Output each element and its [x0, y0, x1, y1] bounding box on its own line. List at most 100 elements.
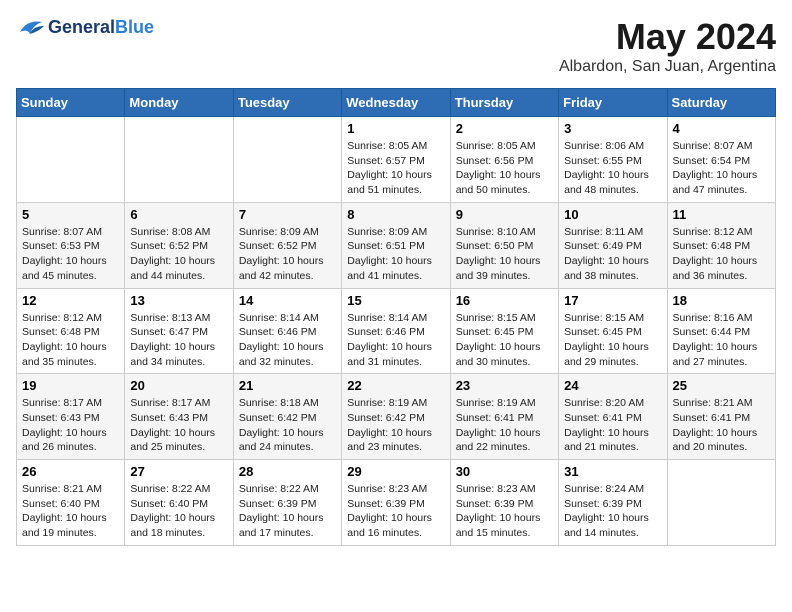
day-info: Sunrise: 8:11 AMSunset: 6:49 PMDaylight:…	[564, 225, 661, 284]
weekday-header-tuesday: Tuesday	[233, 89, 341, 117]
day-number: 10	[564, 207, 661, 222]
day-number: 14	[239, 293, 336, 308]
day-number: 25	[673, 378, 770, 393]
week-row-3: 12 Sunrise: 8:12 AMSunset: 6:48 PMDayligh…	[17, 288, 776, 374]
day-number: 27	[130, 464, 227, 479]
calendar-cell: 3Sunrise: 8:06 AMSunset: 6:55 PMDaylight…	[559, 117, 667, 203]
weekday-header-saturday: Saturday	[667, 89, 775, 117]
calendar-cell: 15 Sunrise: 8:14 AMSunset: 6:46 PMDayligh…	[342, 288, 450, 374]
calendar-cell: 12 Sunrise: 8:12 AMSunset: 6:48 PMDayligh…	[17, 288, 125, 374]
day-number: 15	[347, 293, 444, 308]
weekday-header-sunday: Sunday	[17, 89, 125, 117]
day-number: 11	[673, 207, 770, 222]
calendar-cell: 23 Sunrise: 8:19 AMSunset: 6:41 PMDayligh…	[450, 374, 558, 460]
day-info: Sunrise: 8:20 AMSunset: 6:41 PMDaylight:…	[564, 396, 661, 455]
day-info: Sunrise: 8:16 AMSunset: 6:44 PMDaylight:…	[673, 311, 770, 370]
day-info: Sunrise: 8:23 AMSunset: 6:39 PMDaylight:…	[456, 482, 553, 541]
calendar-cell: 26Sunrise: 8:21 AMSunset: 6:40 PMDayligh…	[17, 460, 125, 546]
day-number: 7	[239, 207, 336, 222]
day-number: 23	[456, 378, 553, 393]
day-number: 9	[456, 207, 553, 222]
day-info: Sunrise: 8:13 AMSunset: 6:47 PMDaylight:…	[130, 311, 227, 370]
week-row-5: 26Sunrise: 8:21 AMSunset: 6:40 PMDayligh…	[17, 460, 776, 546]
day-info: Sunrise: 8:12 AMSunset: 6:48 PMDaylight:…	[22, 311, 119, 370]
calendar-cell: 25 Sunrise: 8:21 AMSunset: 6:41 PMDayligh…	[667, 374, 775, 460]
day-number: 21	[239, 378, 336, 393]
day-number: 31	[564, 464, 661, 479]
calendar-cell: 21 Sunrise: 8:18 AMSunset: 6:42 PMDayligh…	[233, 374, 341, 460]
day-info: Sunrise: 8:09 AMSunset: 6:52 PMDaylight:…	[239, 225, 336, 284]
weekday-header-monday: Monday	[125, 89, 233, 117]
weekday-header-thursday: Thursday	[450, 89, 558, 117]
day-number: 19	[22, 378, 119, 393]
weekday-header-row: SundayMondayTuesdayWednesdayThursdayFrid…	[17, 89, 776, 117]
day-info: Sunrise: 8:24 AMSunset: 6:39 PMDaylight:…	[564, 482, 661, 541]
calendar-cell: 19Sunrise: 8:17 AMSunset: 6:43 PMDayligh…	[17, 374, 125, 460]
calendar-cell: 9 Sunrise: 8:10 AMSunset: 6:50 PMDaylight…	[450, 202, 558, 288]
logo-text: GeneralBlue	[48, 18, 154, 38]
day-info: Sunrise: 8:10 AMSunset: 6:50 PMDaylight:…	[456, 225, 553, 284]
day-number: 24	[564, 378, 661, 393]
day-info: Sunrise: 8:19 AMSunset: 6:42 PMDaylight:…	[347, 396, 444, 455]
logo: GeneralBlue	[16, 16, 154, 40]
weekday-header-friday: Friday	[559, 89, 667, 117]
calendar-cell	[125, 117, 233, 203]
day-info: Sunrise: 8:14 AMSunset: 6:46 PMDaylight:…	[347, 311, 444, 370]
calendar-cell: 10 Sunrise: 8:11 AMSunset: 6:49 PMDayligh…	[559, 202, 667, 288]
day-info: Sunrise: 8:15 AMSunset: 6:45 PMDaylight:…	[564, 311, 661, 370]
calendar-cell: 17 Sunrise: 8:15 AMSunset: 6:45 PMDayligh…	[559, 288, 667, 374]
day-info: Sunrise: 8:15 AMSunset: 6:45 PMDaylight:…	[456, 311, 553, 370]
calendar-cell: 29 Sunrise: 8:23 AMSunset: 6:39 PMDayligh…	[342, 460, 450, 546]
day-number: 29	[347, 464, 444, 479]
calendar-cell: 13 Sunrise: 8:13 AMSunset: 6:47 PMDayligh…	[125, 288, 233, 374]
day-info: Sunrise: 8:07 AMSunset: 6:54 PMDaylight:…	[673, 139, 770, 198]
day-number: 20	[130, 378, 227, 393]
calendar-cell: 30Sunrise: 8:23 AMSunset: 6:39 PMDayligh…	[450, 460, 558, 546]
title-block: May 2024 Albardon, San Juan, Argentina	[559, 16, 776, 76]
calendar-table: SundayMondayTuesdayWednesdayThursdayFrid…	[16, 88, 776, 546]
calendar-cell: 14Sunrise: 8:14 AMSunset: 6:46 PMDayligh…	[233, 288, 341, 374]
day-info: Sunrise: 8:18 AMSunset: 6:42 PMDaylight:…	[239, 396, 336, 455]
day-number: 18	[673, 293, 770, 308]
calendar-cell: 18 Sunrise: 8:16 AMSunset: 6:44 PMDayligh…	[667, 288, 775, 374]
day-number: 13	[130, 293, 227, 308]
weekday-header-wednesday: Wednesday	[342, 89, 450, 117]
day-info: Sunrise: 8:22 AMSunset: 6:40 PMDaylight:…	[130, 482, 227, 541]
day-info: Sunrise: 8:23 AMSunset: 6:39 PMDaylight:…	[347, 482, 444, 541]
calendar-cell: 1 Sunrise: 8:05 AMSunset: 6:57 PMDaylight…	[342, 117, 450, 203]
calendar-cell: 8Sunrise: 8:09 AMSunset: 6:51 PMDaylight…	[342, 202, 450, 288]
calendar-cell	[667, 460, 775, 546]
day-number: 2	[456, 121, 553, 136]
calendar-cell: 4 Sunrise: 8:07 AMSunset: 6:54 PMDaylight…	[667, 117, 775, 203]
day-info: Sunrise: 8:08 AMSunset: 6:52 PMDaylight:…	[130, 225, 227, 284]
calendar-cell: 27 Sunrise: 8:22 AMSunset: 6:40 PMDayligh…	[125, 460, 233, 546]
day-info: Sunrise: 8:21 AMSunset: 6:41 PMDaylight:…	[673, 396, 770, 455]
day-number: 1	[347, 121, 444, 136]
logo-bird-icon	[16, 16, 44, 40]
calendar-cell: 5Sunrise: 8:07 AMSunset: 6:53 PMDaylight…	[17, 202, 125, 288]
day-number: 6	[130, 207, 227, 222]
week-row-2: 5Sunrise: 8:07 AMSunset: 6:53 PMDaylight…	[17, 202, 776, 288]
page-header: GeneralBlue May 2024 Albardon, San Juan,…	[16, 16, 776, 76]
calendar-cell: 2Sunrise: 8:05 AMSunset: 6:56 PMDaylight…	[450, 117, 558, 203]
day-number: 5	[22, 207, 119, 222]
day-number: 28	[239, 464, 336, 479]
calendar-cell: 6 Sunrise: 8:08 AMSunset: 6:52 PMDaylight…	[125, 202, 233, 288]
day-info: Sunrise: 8:09 AMSunset: 6:51 PMDaylight:…	[347, 225, 444, 284]
day-number: 4	[673, 121, 770, 136]
day-number: 22	[347, 378, 444, 393]
day-number: 17	[564, 293, 661, 308]
day-info: Sunrise: 8:12 AMSunset: 6:48 PMDaylight:…	[673, 225, 770, 284]
day-info: Sunrise: 8:22 AMSunset: 6:39 PMDaylight:…	[239, 482, 336, 541]
day-number: 26	[22, 464, 119, 479]
day-info: Sunrise: 8:19 AMSunset: 6:41 PMDaylight:…	[456, 396, 553, 455]
day-number: 12	[22, 293, 119, 308]
calendar-cell: 20 Sunrise: 8:17 AMSunset: 6:43 PMDayligh…	[125, 374, 233, 460]
day-info: Sunrise: 8:05 AMSunset: 6:57 PMDaylight:…	[347, 139, 444, 198]
day-info: Sunrise: 8:17 AMSunset: 6:43 PMDaylight:…	[130, 396, 227, 455]
calendar-cell: 24 Sunrise: 8:20 AMSunset: 6:41 PMDayligh…	[559, 374, 667, 460]
calendar-cell: 31 Sunrise: 8:24 AMSunset: 6:39 PMDayligh…	[559, 460, 667, 546]
calendar-cell	[233, 117, 341, 203]
calendar-cell: 11 Sunrise: 8:12 AMSunset: 6:48 PMDayligh…	[667, 202, 775, 288]
week-row-1: 1 Sunrise: 8:05 AMSunset: 6:57 PMDaylight…	[17, 117, 776, 203]
